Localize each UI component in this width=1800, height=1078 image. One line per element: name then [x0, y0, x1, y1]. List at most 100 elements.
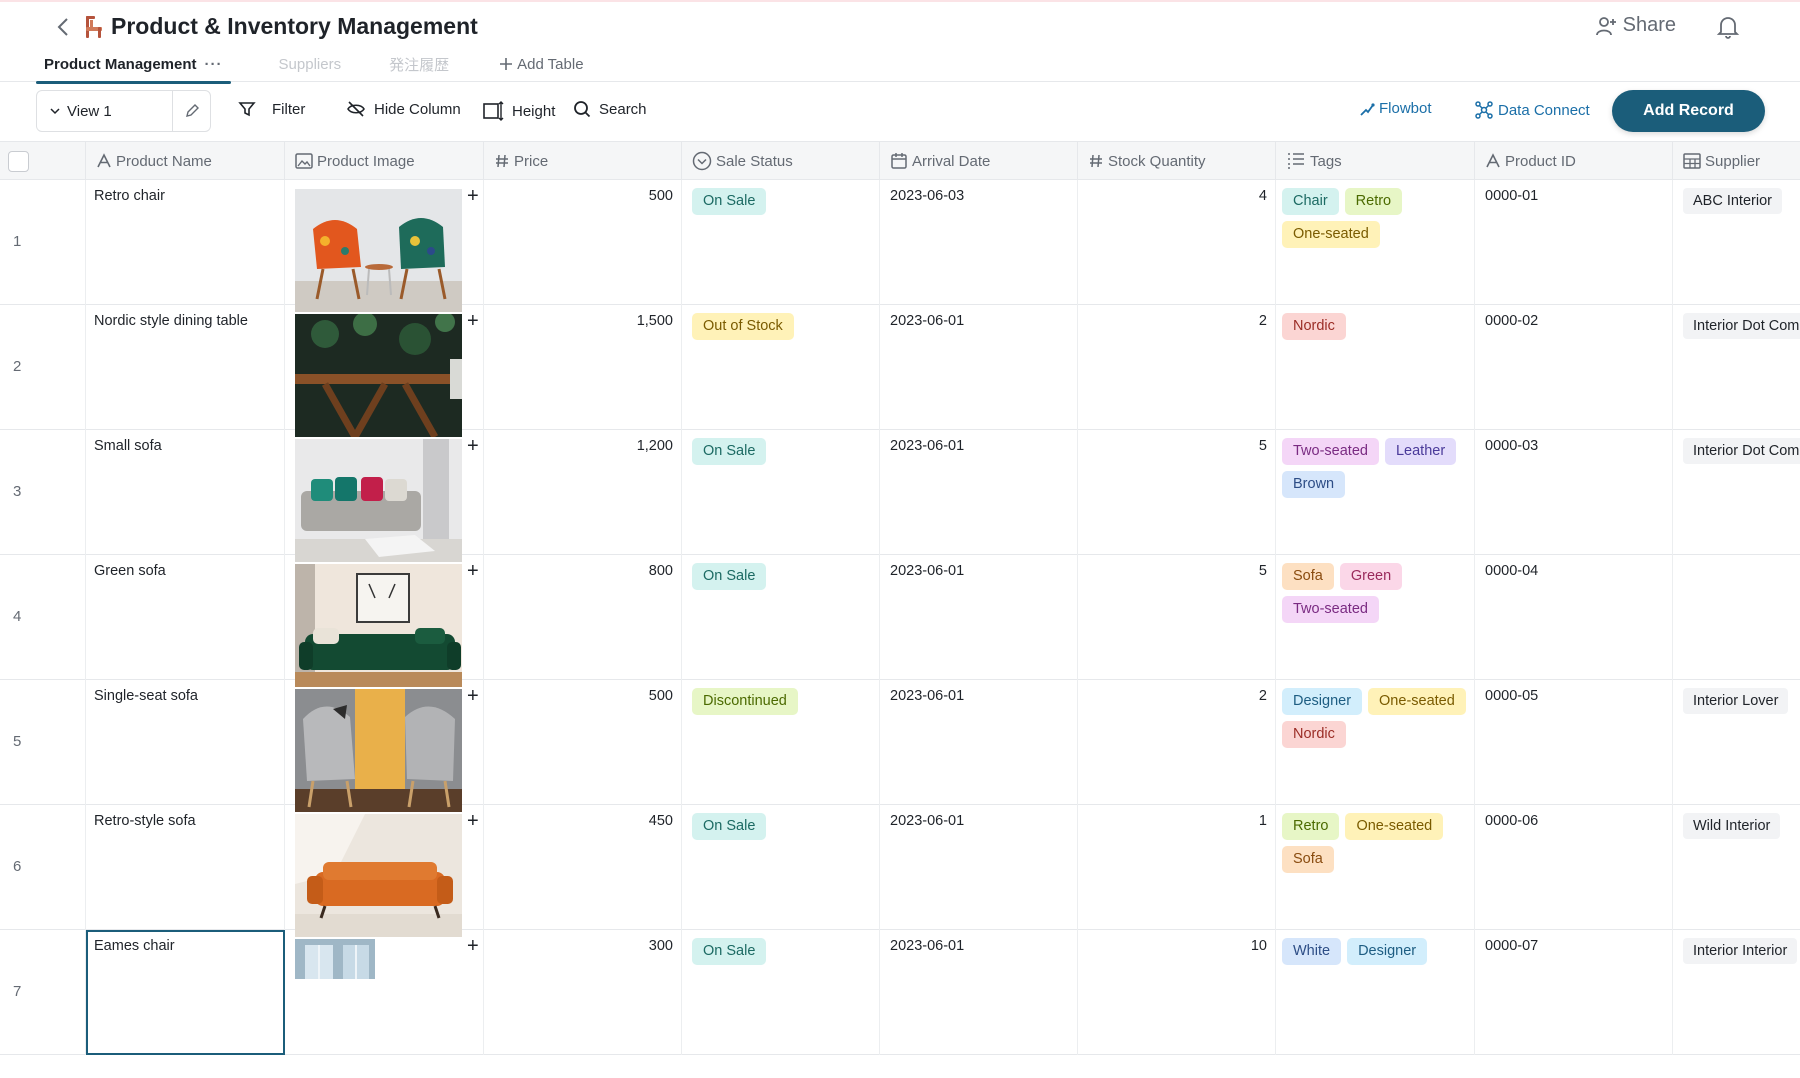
price-cell[interactable]: 1,500 — [484, 305, 682, 430]
stock-quantity-cell[interactable]: 10 — [1078, 930, 1276, 1055]
tags-cell[interactable]: Nordic — [1276, 305, 1475, 430]
product-id-cell[interactable]: 0000-05 — [1475, 680, 1673, 805]
product-image-cell[interactable]: + — [285, 930, 484, 1055]
add-image-button[interactable]: + — [467, 436, 479, 456]
tags-cell[interactable]: Chair Retro One-seated — [1276, 180, 1475, 305]
product-image-cell[interactable]: + — [285, 555, 484, 687]
arrival-date-cell[interactable]: 2023-06-01 — [880, 305, 1078, 430]
supplier-cell[interactable]: Interior Lover — [1673, 680, 1800, 805]
column-header-sale-status[interactable]: Sale Status — [682, 142, 880, 180]
supplier-link[interactable]: Interior Dot Com — [1683, 438, 1800, 464]
view-select[interactable]: View 1 — [37, 91, 172, 131]
column-header-arrival-date[interactable]: Arrival Date — [880, 142, 1078, 180]
product-image[interactable] — [295, 689, 462, 812]
arrival-date-cell[interactable]: 2023-06-01 — [880, 805, 1078, 930]
table-row[interactable]: 2 Nordic style dining table +1,500 Out of S… — [0, 305, 1800, 437]
column-header-stock-quantity[interactable]: Stock Quantity — [1078, 142, 1276, 180]
product-image-cell[interactable]: + — [285, 805, 484, 937]
column-header-product-id[interactable]: Product ID — [1475, 142, 1673, 180]
product-image-cell[interactable]: + — [285, 180, 484, 312]
product-image[interactable] — [295, 564, 462, 687]
product-image-cell[interactable]: + — [285, 305, 484, 437]
product-image[interactable] — [295, 439, 462, 562]
search-button[interactable]: Search — [573, 100, 647, 118]
share-button[interactable]: Share — [1595, 14, 1676, 37]
product-name-cell[interactable]: Eames chair — [86, 930, 285, 1055]
product-image[interactable] — [295, 189, 462, 312]
product-image-cell[interactable]: + — [285, 680, 484, 812]
product-name-cell[interactable]: Retro-style sofa — [86, 805, 285, 930]
supplier-cell[interactable]: ABC Interior — [1673, 180, 1800, 305]
price-cell[interactable]: 500 — [484, 680, 682, 805]
product-image[interactable] — [295, 939, 387, 979]
product-name-cell[interactable]: Nordic style dining table — [86, 305, 285, 430]
sale-status-cell[interactable]: Out of Stock — [682, 305, 880, 430]
product-image-cell[interactable]: + — [285, 430, 484, 562]
supplier-cell[interactable]: Interior Dot Com — [1673, 430, 1800, 555]
view-edit-button[interactable] — [172, 91, 210, 131]
price-cell[interactable]: 800 — [484, 555, 682, 680]
sale-status-cell[interactable]: Discontinued — [682, 680, 880, 805]
hide-column-button[interactable]: Hide Column — [346, 100, 461, 118]
data-connect-button[interactable]: Data Connect — [1474, 100, 1590, 120]
add-table-button[interactable]: Add Table — [499, 56, 584, 73]
row-height-button[interactable]: Height — [482, 100, 555, 122]
column-header-product-image[interactable]: Product Image — [285, 142, 484, 180]
arrival-date-cell[interactable]: 2023-06-01 — [880, 430, 1078, 555]
supplier-link[interactable]: Interior Interior — [1683, 938, 1798, 964]
column-header-supplier[interactable]: Supplier — [1673, 142, 1800, 180]
product-name-cell[interactable]: Retro chair — [86, 180, 285, 305]
product-name-cell[interactable]: Single-seat sofa — [86, 680, 285, 805]
tags-cell[interactable]: Designer One-seated Nordic — [1276, 680, 1475, 805]
stock-quantity-cell[interactable]: 2 — [1078, 680, 1276, 805]
supplier-cell[interactable] — [1673, 555, 1800, 680]
stock-quantity-cell[interactable]: 1 — [1078, 805, 1276, 930]
price-cell[interactable]: 500 — [484, 180, 682, 305]
product-id-cell[interactable]: 0000-03 — [1475, 430, 1673, 555]
sale-status-cell[interactable]: On Sale — [682, 180, 880, 305]
table-row[interactable]: 4 Green sofa +800 On Sale 2023-06-01 5 Sofa Gre… — [0, 555, 1800, 687]
stock-quantity-cell[interactable]: 5 — [1078, 430, 1276, 555]
arrival-date-cell[interactable]: 2023-06-01 — [880, 930, 1078, 1055]
sale-status-cell[interactable]: On Sale — [682, 430, 880, 555]
column-header-tags[interactable]: Tags — [1276, 142, 1475, 180]
select-all-checkbox[interactable] — [8, 151, 29, 172]
column-header-price[interactable]: Price — [484, 142, 682, 180]
tags-cell[interactable]: White Designer — [1276, 930, 1475, 1055]
add-record-button[interactable]: Add Record — [1612, 90, 1765, 132]
product-image[interactable] — [295, 814, 462, 937]
arrival-date-cell[interactable]: 2023-06-01 — [880, 555, 1078, 680]
price-cell[interactable]: 1,200 — [484, 430, 682, 555]
tags-cell[interactable]: Two-seated Leather Brown — [1276, 430, 1475, 555]
tab-product-management[interactable]: Product Management ··· — [36, 46, 231, 84]
product-id-cell[interactable]: 0000-04 — [1475, 555, 1673, 680]
add-image-button[interactable]: + — [467, 936, 479, 956]
table-row[interactable]: 1 Retro chair +500 On Sale 2023-06-03 4 Chair R… — [0, 180, 1800, 312]
price-cell[interactable]: 450 — [484, 805, 682, 930]
add-image-button[interactable]: + — [467, 186, 479, 206]
price-cell[interactable]: 300 — [484, 930, 682, 1055]
product-name-cell[interactable]: Small sofa — [86, 430, 285, 555]
add-image-button[interactable]: + — [467, 811, 479, 831]
arrival-date-cell[interactable]: 2023-06-01 — [880, 680, 1078, 805]
stock-quantity-cell[interactable]: 4 — [1078, 180, 1276, 305]
product-name-cell[interactable]: Green sofa — [86, 555, 285, 680]
supplier-link[interactable]: Interior Lover — [1683, 688, 1789, 714]
product-id-cell[interactable]: 0000-02 — [1475, 305, 1673, 430]
flowbot-button[interactable]: Flowbot — [1359, 100, 1432, 117]
product-id-cell[interactable]: 0000-06 — [1475, 805, 1673, 930]
supplier-link[interactable]: ABC Interior — [1683, 188, 1782, 214]
sale-status-cell[interactable]: On Sale — [682, 805, 880, 930]
stock-quantity-cell[interactable]: 2 — [1078, 305, 1276, 430]
tab-suppliers[interactable]: Suppliers — [271, 46, 350, 82]
supplier-link[interactable]: Wild Interior — [1683, 813, 1781, 839]
supplier-cell[interactable]: Interior Interior — [1673, 930, 1800, 1055]
tags-cell[interactable]: Sofa Green Two-seated — [1276, 555, 1475, 680]
add-image-button[interactable]: + — [467, 561, 479, 581]
table-row[interactable]: 5 Single-seat sofa +500 Discontinued 2023-06… — [0, 680, 1800, 812]
tab-more-button[interactable]: ··· — [205, 56, 223, 73]
product-id-cell[interactable]: 0000-07 — [1475, 930, 1673, 1055]
product-id-cell[interactable]: 0000-01 — [1475, 180, 1673, 305]
tab-order-history[interactable]: 発注履歴 — [381, 46, 457, 82]
column-header-product-name[interactable]: Product Name — [86, 142, 285, 180]
